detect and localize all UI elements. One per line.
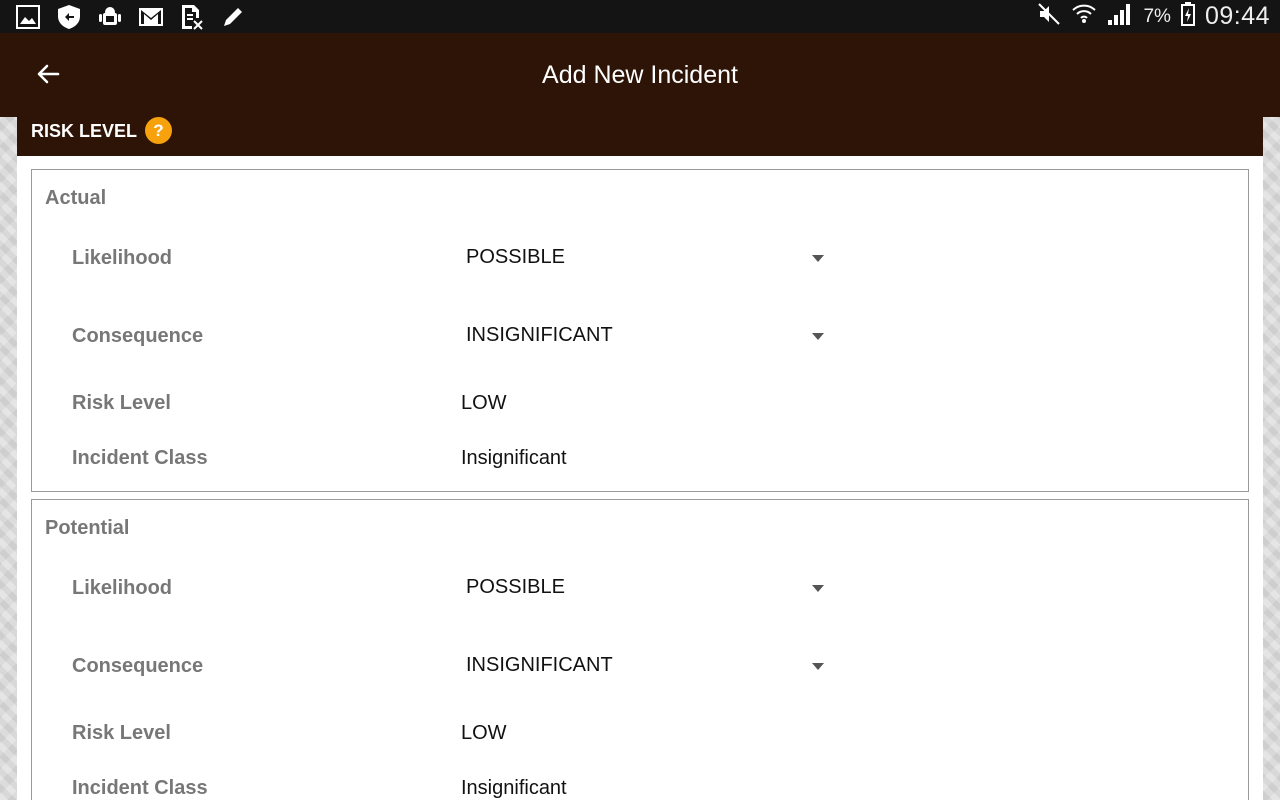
android-debug-icon	[96, 4, 123, 29]
incident-class-label: Incident Class	[72, 777, 208, 799]
gmail-icon	[137, 4, 164, 29]
dropdown-arrow-icon	[812, 663, 824, 670]
battery-percentage: 7%	[1143, 5, 1171, 27]
actual-risk-level-value: LOW	[461, 392, 507, 414]
consequence-label: Consequence	[72, 655, 204, 677]
potential-consequence-dropdown[interactable]: INSIGNIFICANT	[462, 649, 832, 683]
document-icon	[178, 4, 205, 30]
risk-level-label: Risk Level	[72, 392, 171, 414]
dropdown-value: POSSIBLE	[466, 576, 565, 598]
panel-title: Potential	[45, 517, 130, 539]
app-bar: Add New Incident	[0, 33, 1280, 117]
notification-icons	[14, 4, 246, 30]
potential-likelihood-dropdown[interactable]: POSSIBLE	[462, 571, 832, 605]
likelihood-label: Likelihood	[72, 577, 172, 599]
likelihood-label: Likelihood	[72, 247, 172, 269]
dropdown-arrow-icon	[812, 333, 824, 340]
gallery-icon	[14, 4, 41, 29]
potential-incident-class-value: Insignificant	[461, 777, 567, 799]
potential-panel: Potential Likelihood POSSIBLE Consequenc…	[31, 499, 1249, 800]
status-bar: 7% 09:44	[0, 0, 1280, 33]
actual-incident-class-value: Insignificant	[461, 447, 567, 469]
clock: 09:44	[1204, 2, 1270, 30]
shield-sync-icon	[55, 4, 82, 29]
potential-risk-level-value: LOW	[461, 722, 507, 744]
risk-level-label: Risk Level	[72, 722, 171, 744]
section-title: RISK LEVEL	[31, 121, 138, 141]
dropdown-value: INSIGNIFICANT	[466, 324, 613, 346]
edit-icon	[219, 4, 246, 29]
mute-icon	[1037, 2, 1061, 31]
risk-level-header: RISK LEVEL ?	[17, 117, 1263, 156]
signal-icon	[1107, 2, 1133, 31]
dropdown-value: INSIGNIFICANT	[466, 654, 613, 676]
form-content: RISK LEVEL ? Actual Likelihood POSSIBLE …	[17, 117, 1263, 800]
dropdown-arrow-icon	[812, 255, 824, 262]
actual-panel: Actual Likelihood POSSIBLE Consequence I…	[31, 169, 1249, 492]
panel-title: Actual	[45, 187, 107, 209]
wifi-icon	[1071, 1, 1097, 32]
help-icon[interactable]: ?	[145, 117, 172, 144]
page-title: Add New Incident	[542, 61, 738, 89]
system-status: 7% 09:44	[1037, 0, 1270, 33]
dropdown-arrow-icon	[812, 585, 824, 592]
incident-class-label: Incident Class	[72, 447, 208, 469]
actual-consequence-dropdown[interactable]: INSIGNIFICANT	[462, 319, 832, 353]
consequence-label: Consequence	[72, 325, 204, 347]
battery-icon	[1180, 2, 1195, 31]
dropdown-value: POSSIBLE	[466, 246, 565, 268]
actual-likelihood-dropdown[interactable]: POSSIBLE	[462, 241, 832, 275]
